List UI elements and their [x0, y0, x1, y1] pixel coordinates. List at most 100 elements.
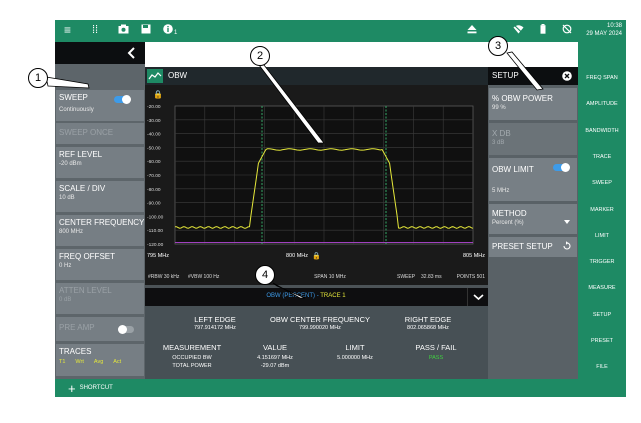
y-tick-label: -30.00 [147, 118, 161, 124]
chevron-down-icon [473, 294, 484, 301]
y-tick-label: -70.00 [147, 173, 161, 179]
sweep-button[interactable]: SWEEP Continuously [56, 90, 144, 121]
reset-icon [563, 241, 571, 250]
sweep-value: Continuously [59, 107, 94, 113]
x-stop-label: 805 MHz [463, 253, 485, 259]
col-limit-header: LIMIT [345, 343, 365, 352]
menu-trigger[interactable]: TRIGGER [578, 259, 626, 265]
right-edge-result: RIGHT EDGE 802.065868 MHz [378, 315, 478, 331]
menu-measure[interactable]: MEASURE [578, 285, 626, 291]
atten-level-button: ATTEN LEVEL 0 dB [56, 283, 144, 314]
notification-count: 1 [174, 30, 178, 36]
y-tick-label: -40.00 [147, 132, 161, 138]
sweep-once-button: SWEEP ONCE [56, 123, 144, 144]
sweep-label: SWEEP [397, 274, 416, 280]
pre-amp-toggle[interactable] [118, 325, 134, 334]
y-tick-label: -60.00 [147, 159, 161, 165]
menu-file[interactable]: FILE [578, 364, 626, 370]
spectrum-plot[interactable]: -20.00 -30.00 -40.00 -50.00 -60.00 -70.00 -80.… [145, 85, 488, 285]
pre-amp-button[interactable]: PRE AMP [56, 317, 144, 341]
trace-number: T1 [59, 359, 66, 365]
shortcut-button[interactable]: + SHORTCUT [68, 381, 113, 395]
menu-trace[interactable]: TRACE [578, 154, 626, 160]
plus-icon: + [68, 380, 76, 396]
sync-disabled-icon [562, 23, 572, 37]
obw-limit-toggle[interactable] [553, 163, 570, 172]
sweep-once-label: SWEEP ONCE [59, 128, 114, 137]
measurement-icon [147, 69, 163, 83]
main-menu: FREQ SPAN AMPLITUDE BANDWIDTH TRACE SWEEP MAR… [578, 42, 626, 379]
traces-label: TRACES [59, 347, 92, 356]
spectrum-svg[interactable]: -20.00 -30.00 -40.00 -50.00 -60.00 -70.00 -80.… [145, 85, 488, 285]
menu-icon[interactable]: ≡ [64, 23, 71, 37]
menu-limit[interactable]: LIMIT [578, 233, 626, 239]
close-icon[interactable] [562, 71, 572, 81]
y-tick-label: -90.00 [147, 201, 161, 207]
traces-button[interactable]: TRACES T1 Wrt Avg Act [56, 344, 144, 376]
back-chevron-icon[interactable] [127, 46, 137, 60]
x-center-label: 800 MHz [286, 253, 308, 259]
menu-sweep[interactable]: SWEEP [578, 180, 626, 186]
callout-4: 4 [255, 265, 275, 285]
date: 29 MAY 2024 [586, 31, 622, 37]
time: 10:38 [606, 23, 622, 29]
left-panel-header [55, 42, 145, 64]
shortcut-label: SHORTCUT [79, 385, 113, 391]
span-label: SPAN 10 MHz [314, 274, 346, 280]
menu-marker[interactable]: MARKER [578, 207, 626, 213]
preset-setup-button[interactable]: PRESET SETUP [489, 237, 577, 257]
method-dropdown[interactable]: METHOD Percent (%) [489, 204, 577, 234]
trace-selector[interactable]: OBW (PERCENT) - TRACE 1 [145, 288, 467, 306]
save-icon[interactable] [141, 23, 151, 37]
obw-center-result: OBW CENTER FREQUENCY 799.990020 MHz [255, 315, 385, 331]
x-db-value: 3 dB [492, 140, 505, 146]
measurement-header: OBW [145, 67, 488, 85]
obw-limit-button[interactable]: OBW LIMIT 5 MHz [489, 158, 577, 201]
right-edge-value: 802.065868 MHz [407, 325, 449, 331]
menu-amplitude[interactable]: AMPLITUDE [578, 101, 626, 107]
center-frequency-button[interactable]: CENTER FREQUENCY 800 MHz [56, 215, 144, 246]
scale-div-button[interactable]: SCALE / DIV 10 dB [56, 181, 144, 212]
atten-level-label: ATTEN LEVEL [59, 286, 112, 295]
ref-level-button[interactable]: REF LEVEL -20 dBm [56, 147, 144, 178]
eject-icon[interactable] [467, 23, 477, 37]
apps-grid-icon[interactable]: ⁞⁞ [92, 23, 98, 37]
menu-setup[interactable]: SETUP [578, 312, 626, 318]
menu-bandwidth[interactable]: BANDWIDTH [578, 128, 626, 134]
x-db-label: X DB [492, 129, 511, 138]
rbw-label: #RBW 30 kHz [148, 274, 180, 280]
menu-freq-span[interactable]: FREQ SPAN [578, 75, 626, 81]
trace-average-mode: Avg [93, 359, 104, 365]
right-edge-label: RIGHT EDGE [404, 315, 452, 324]
menu-preset[interactable]: PRESET [578, 338, 626, 344]
battery-icon [540, 23, 546, 37]
left-edge-label: LEFT EDGE [194, 315, 236, 324]
obw-power-button[interactable]: % OBW POWER 99 % [489, 88, 577, 120]
obw-power-value: 99 % [492, 105, 506, 111]
occupied-bw-value: 4.151697 MHz [257, 355, 293, 361]
sweep-toggle[interactable] [114, 95, 131, 104]
y-tick-label: -20.00 [147, 104, 161, 110]
ref-level-label: REF LEVEL [59, 150, 103, 159]
freq-offset-button[interactable]: FREQ OFFSET 0 Hz [56, 249, 144, 280]
center-lock-icon: 🔒 [312, 252, 321, 260]
obw-power-label: % OBW POWER [492, 94, 553, 103]
measurement-title: OBW [168, 71, 188, 80]
traces-legend: T1 Wrt Avg Act [59, 359, 141, 365]
callout-2: 2 [250, 46, 270, 66]
info-icon[interactable] [163, 23, 173, 37]
y-tick-label: -110.00 [147, 228, 163, 234]
y-tick-label: -100.00 [147, 214, 164, 220]
y-tick-label: -80.00 [147, 187, 161, 193]
callout-3: 3 [488, 36, 508, 56]
center-frequency-value: 800 MHz [59, 229, 84, 235]
callout-1: 1 [28, 68, 48, 88]
camera-icon[interactable] [118, 23, 129, 37]
method-label: METHOD [492, 209, 527, 218]
sweep-time-label: 32.83 ms [421, 274, 442, 280]
expand-results-button[interactable] [467, 288, 488, 306]
left-edge-result: LEFT EDGE 797.914172 MHz [160, 315, 270, 331]
col-measurement-header: MEASUREMENT [162, 343, 222, 352]
col-pass-fail-header: PASS / FAIL [415, 343, 457, 352]
obw-limit-value: 5 MHz [492, 188, 510, 194]
